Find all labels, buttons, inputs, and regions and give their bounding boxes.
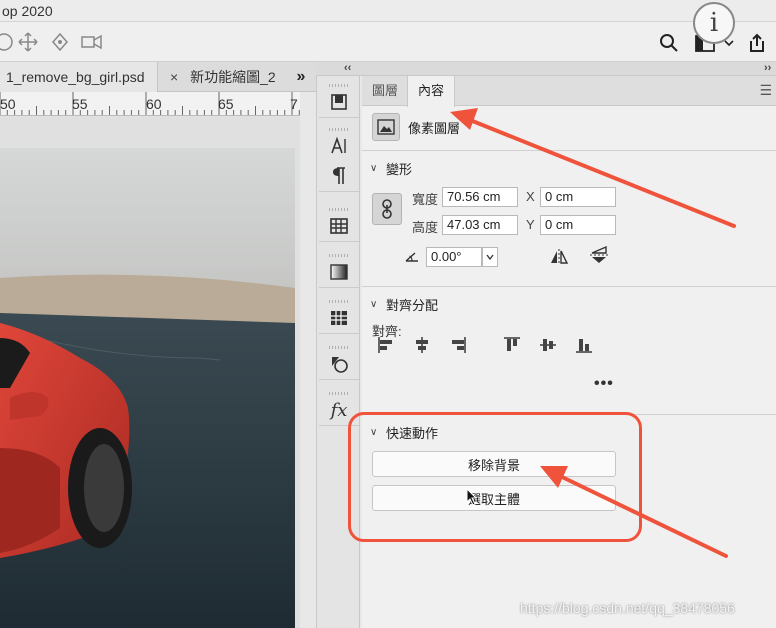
angle-field[interactable]: 0.00° [426, 247, 482, 267]
more-options-button[interactable]: ••• [594, 375, 614, 393]
share-icon[interactable] [744, 30, 770, 56]
ruler-label: 60 [146, 96, 162, 112]
grip-handle[interactable] [329, 84, 349, 87]
flip-horizontal-icon[interactable] [548, 247, 570, 267]
document-tab-label: 1_remove_bg_girl.psd [6, 69, 145, 85]
character-icon [331, 136, 346, 154]
panel-collapse-bar: ‹‹ ›› [316, 62, 776, 76]
ruler-label: 55 [72, 96, 88, 112]
mouse-cursor-icon [466, 488, 478, 506]
grip-handle[interactable] [329, 128, 349, 131]
align-vertical-center-icon[interactable] [538, 335, 558, 355]
info-icon: i [693, 2, 735, 44]
panel-menu-icon[interactable]: ☰ [759, 82, 772, 99]
history-icon [331, 94, 347, 110]
panel-icon-strip: fx [316, 76, 360, 628]
swatches-icon [330, 218, 348, 234]
document-tab-remove-bg-girl[interactable]: 1_remove_bg_girl.psd [0, 62, 158, 92]
patterns-panel-button[interactable] [319, 303, 359, 333]
options-bar [0, 22, 776, 62]
height-field[interactable]: 47.03 cm [442, 215, 518, 235]
ruler-label: 50 [0, 96, 16, 112]
document-tab-label: 新功能縮圖_2 [190, 69, 276, 85]
tab-layers[interactable]: 圖層 [362, 76, 408, 106]
search-icon[interactable] [656, 30, 682, 56]
y-label: Y [526, 217, 535, 232]
layer-type-row: 像素圖層 [372, 112, 460, 142]
window-title: op 2020 [2, 3, 53, 19]
document-tab-new-feature-thumb[interactable]: × 新功能縮圖_2 [160, 62, 278, 92]
link-icon [382, 199, 392, 219]
tool-group [319, 206, 359, 242]
title-bar: op 2020 [0, 0, 776, 22]
x-field[interactable]: 0 cm [540, 187, 616, 207]
gradient-icon [330, 264, 348, 280]
x-label: X [526, 189, 535, 204]
align-right-icon[interactable] [448, 335, 468, 355]
paragraph-icon [333, 167, 345, 184]
transform-section: ∨ 變形 寬度 70.56 cm X 0 cm 高度 47.03 cm Y 0 … [362, 150, 776, 286]
tool-group [319, 82, 359, 118]
camera-3d-icon[interactable] [80, 30, 104, 54]
width-field[interactable]: 70.56 cm [442, 187, 518, 207]
tool-group [319, 344, 359, 380]
horizontal-ruler: 50 55 60 65 7 [0, 92, 300, 116]
swatches-panel-button[interactable] [319, 211, 359, 241]
pattern-icon [331, 311, 347, 325]
collapse-icon[interactable]: ‹‹ [344, 62, 351, 74]
grip-handle[interactable] [329, 300, 349, 303]
paragraph-panel-button[interactable] [319, 161, 359, 191]
y-field[interactable]: 0 cm [540, 215, 616, 235]
rotate-3d-icon[interactable] [0, 30, 16, 54]
ruler-label: 65 [218, 96, 234, 112]
gradients-panel-button[interactable] [319, 257, 359, 287]
move-3d-icon[interactable] [16, 30, 40, 54]
chevron-down-icon [486, 254, 494, 260]
grip-handle[interactable] [329, 254, 349, 257]
panel-tab-bar: 圖層 內容 ☰ [362, 76, 776, 107]
watermark-text: https://blog.csdn.net/qq_38478056 [520, 600, 735, 616]
canvas-image [0, 148, 295, 628]
flip-vertical-icon[interactable] [588, 245, 610, 265]
properties-panel: 圖層 內容 ☰ 像素圖層 ∨ 變形 寬度 70.56 cm X 0 cm 高度 … [362, 76, 776, 628]
height-label: 高度 [412, 220, 439, 235]
tool-group [319, 298, 359, 334]
shapes-icon [332, 357, 348, 373]
document-tab-bar: 1_remove_bg_girl.psd × 新功能縮圖_2 » [0, 62, 316, 92]
align-section: ∨ 對齊分配 對齊: ••• [362, 286, 776, 414]
slide-3d-icon[interactable] [48, 30, 72, 54]
tab-properties[interactable]: 內容 [407, 76, 456, 107]
canvas-area[interactable] [0, 116, 300, 628]
history-panel-button[interactable] [319, 87, 359, 117]
width-label: 寬度 [412, 192, 439, 207]
align-top-icon[interactable] [502, 335, 522, 355]
grip-handle[interactable] [329, 208, 349, 211]
pixel-layer-icon [372, 113, 400, 141]
grip-handle[interactable] [329, 346, 349, 349]
tool-group [319, 126, 359, 192]
angle-dropdown[interactable] [482, 247, 498, 267]
angle-icon [404, 251, 420, 266]
align-bottom-icon[interactable] [574, 335, 594, 355]
align-horizontal-center-icon[interactable] [412, 335, 432, 355]
character-panel-button[interactable] [319, 131, 359, 161]
grip-handle[interactable] [329, 392, 349, 395]
section-title: 對齊分配 [386, 298, 439, 313]
expand-icon[interactable]: ›› [764, 62, 771, 74]
layer-type-label: 像素圖層 [408, 120, 461, 136]
ruler-label: 7 [290, 96, 298, 112]
section-title: 變形 [386, 162, 413, 177]
link-dimensions-button[interactable] [372, 193, 402, 225]
highlight-box [348, 412, 642, 542]
chevron-down-icon: ∨ [370, 163, 378, 174]
close-icon[interactable]: × [170, 69, 178, 85]
align-header[interactable]: ∨ 對齊分配 [370, 295, 438, 314]
chevron-down-icon: ∨ [370, 299, 378, 310]
fx-icon: fx [330, 399, 348, 421]
shapes-panel-button[interactable] [319, 349, 359, 379]
tool-group [319, 252, 359, 288]
tabs-overflow-button[interactable]: » [288, 62, 314, 92]
align-left-icon[interactable] [376, 335, 396, 355]
transform-header[interactable]: ∨ 變形 [370, 159, 412, 178]
